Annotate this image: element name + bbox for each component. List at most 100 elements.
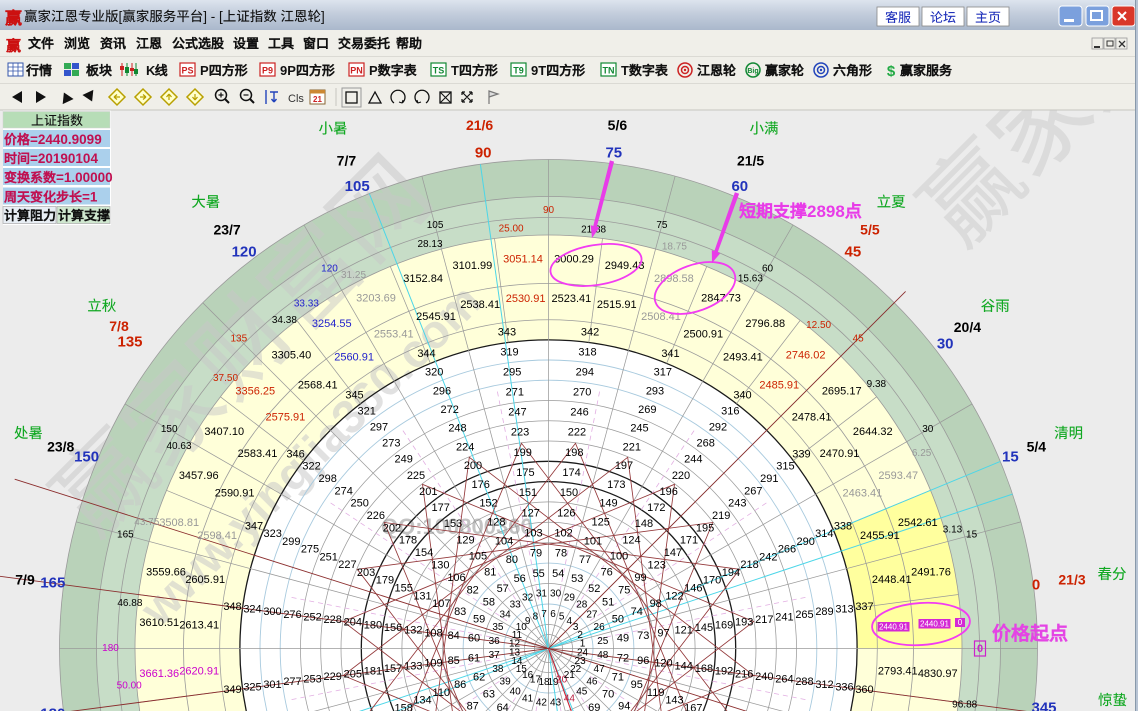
- svg-text:2796.88: 2796.88: [745, 318, 785, 330]
- svg-text:150: 150: [74, 449, 99, 466]
- svg-text:131: 131: [413, 590, 431, 602]
- svg-text:90: 90: [475, 144, 492, 161]
- svg-text:2593.47: 2593.47: [878, 470, 918, 482]
- svg-text:345: 345: [345, 390, 363, 402]
- svg-text:21: 21: [313, 95, 322, 104]
- svg-text:204: 204: [344, 617, 362, 629]
- svg-text:349: 349: [223, 684, 241, 696]
- svg-text:T: T: [621, 63, 629, 78]
- svg-text:180: 180: [364, 619, 382, 631]
- svg-text:45: 45: [576, 686, 588, 697]
- svg-text:315: 315: [776, 461, 794, 473]
- svg-text:96: 96: [637, 655, 649, 667]
- svg-text:224: 224: [456, 441, 474, 453]
- svg-text:320: 320: [425, 367, 443, 379]
- svg-text:293: 293: [646, 385, 664, 397]
- svg-text:3: 3: [573, 622, 579, 633]
- svg-text:321: 321: [358, 406, 376, 418]
- svg-text:60: 60: [762, 264, 774, 275]
- svg-text:340: 340: [733, 390, 751, 402]
- svg-text:45: 45: [853, 333, 865, 344]
- svg-text:31: 31: [536, 589, 548, 600]
- svg-text:128: 128: [487, 517, 505, 529]
- svg-text:61: 61: [468, 652, 480, 664]
- svg-text:2542.61: 2542.61: [898, 517, 938, 529]
- svg-text:172: 172: [647, 502, 665, 514]
- svg-text:TS: TS: [433, 66, 445, 76]
- svg-text:267: 267: [744, 485, 762, 497]
- svg-text:227: 227: [338, 559, 356, 571]
- svg-text:150: 150: [161, 424, 178, 435]
- svg-text:21/6: 21/6: [466, 117, 493, 133]
- svg-text:2448.41: 2448.41: [872, 574, 912, 586]
- svg-text:199: 199: [514, 447, 532, 459]
- svg-text:120: 120: [321, 264, 338, 275]
- svg-text:174: 174: [562, 467, 580, 479]
- svg-text:270: 270: [573, 387, 591, 399]
- svg-text:52: 52: [588, 583, 600, 595]
- svg-text:64: 64: [497, 702, 509, 711]
- svg-text:277: 277: [283, 676, 301, 688]
- svg-text:105: 105: [427, 220, 444, 231]
- svg-text:80: 80: [506, 554, 518, 566]
- svg-text:P: P: [369, 63, 378, 78]
- svg-text:2491.76: 2491.76: [911, 566, 951, 578]
- svg-text:119: 119: [647, 687, 665, 699]
- svg-text:60: 60: [468, 633, 480, 645]
- svg-text:268: 268: [697, 438, 715, 450]
- svg-text:2613.41: 2613.41: [179, 620, 219, 632]
- svg-text:3051.14: 3051.14: [503, 253, 543, 265]
- svg-text:9P: 9P: [280, 63, 296, 78]
- svg-text:40.63: 40.63: [166, 441, 191, 452]
- svg-text:2793.41: 2793.41: [878, 665, 918, 677]
- svg-text:81: 81: [484, 567, 496, 579]
- svg-text:2500.91: 2500.91: [683, 329, 723, 341]
- svg-text:217: 217: [755, 614, 773, 626]
- svg-text:=20190104: =20190104: [30, 151, 98, 166]
- svg-text:2583.41: 2583.41: [238, 448, 278, 460]
- svg-text:192: 192: [715, 666, 733, 678]
- svg-text:2440.91: 2440.91: [879, 623, 908, 632]
- svg-text:84: 84: [448, 630, 460, 642]
- svg-text:181: 181: [364, 666, 382, 678]
- svg-text:300: 300: [263, 606, 281, 618]
- svg-text:201: 201: [419, 486, 437, 498]
- svg-text:122: 122: [665, 590, 683, 602]
- svg-text:346: 346: [286, 449, 304, 461]
- svg-text:75: 75: [618, 584, 630, 596]
- svg-text:145: 145: [695, 622, 713, 634]
- svg-text:144: 144: [675, 660, 693, 672]
- svg-text:37.50: 37.50: [213, 373, 238, 384]
- svg-text:177: 177: [432, 502, 450, 514]
- svg-text:5: 5: [559, 611, 565, 622]
- svg-text:147: 147: [664, 547, 682, 559]
- svg-text:15: 15: [1002, 449, 1019, 466]
- svg-text:266: 266: [778, 544, 796, 556]
- svg-text:108: 108: [424, 627, 442, 639]
- svg-text:219: 219: [712, 510, 730, 522]
- svg-text:P9: P9: [262, 66, 273, 76]
- svg-text:3356.25: 3356.25: [235, 385, 275, 397]
- svg-text:252: 252: [303, 611, 321, 623]
- svg-text:44: 44: [564, 694, 576, 705]
- svg-text:337: 337: [855, 601, 873, 613]
- svg-text:70: 70: [602, 688, 614, 700]
- svg-text:294: 294: [576, 367, 594, 379]
- svg-text:2644.32: 2644.32: [853, 426, 893, 438]
- svg-text:323: 323: [264, 528, 282, 540]
- svg-text:106: 106: [447, 572, 465, 584]
- svg-text:168: 168: [695, 663, 713, 675]
- svg-text:135: 135: [117, 334, 142, 351]
- svg-text:156: 156: [384, 622, 402, 634]
- svg-text:180: 180: [102, 643, 119, 654]
- svg-text:85: 85: [448, 655, 460, 667]
- svg-text:313: 313: [835, 604, 853, 616]
- svg-text:197: 197: [615, 460, 633, 472]
- svg-text:120: 120: [232, 243, 257, 260]
- svg-text:178: 178: [399, 535, 417, 547]
- svg-text:318: 318: [578, 347, 596, 359]
- svg-text:272: 272: [441, 404, 459, 416]
- svg-text:37: 37: [489, 650, 501, 661]
- svg-text:336: 336: [835, 682, 853, 694]
- svg-text:274: 274: [335, 485, 353, 497]
